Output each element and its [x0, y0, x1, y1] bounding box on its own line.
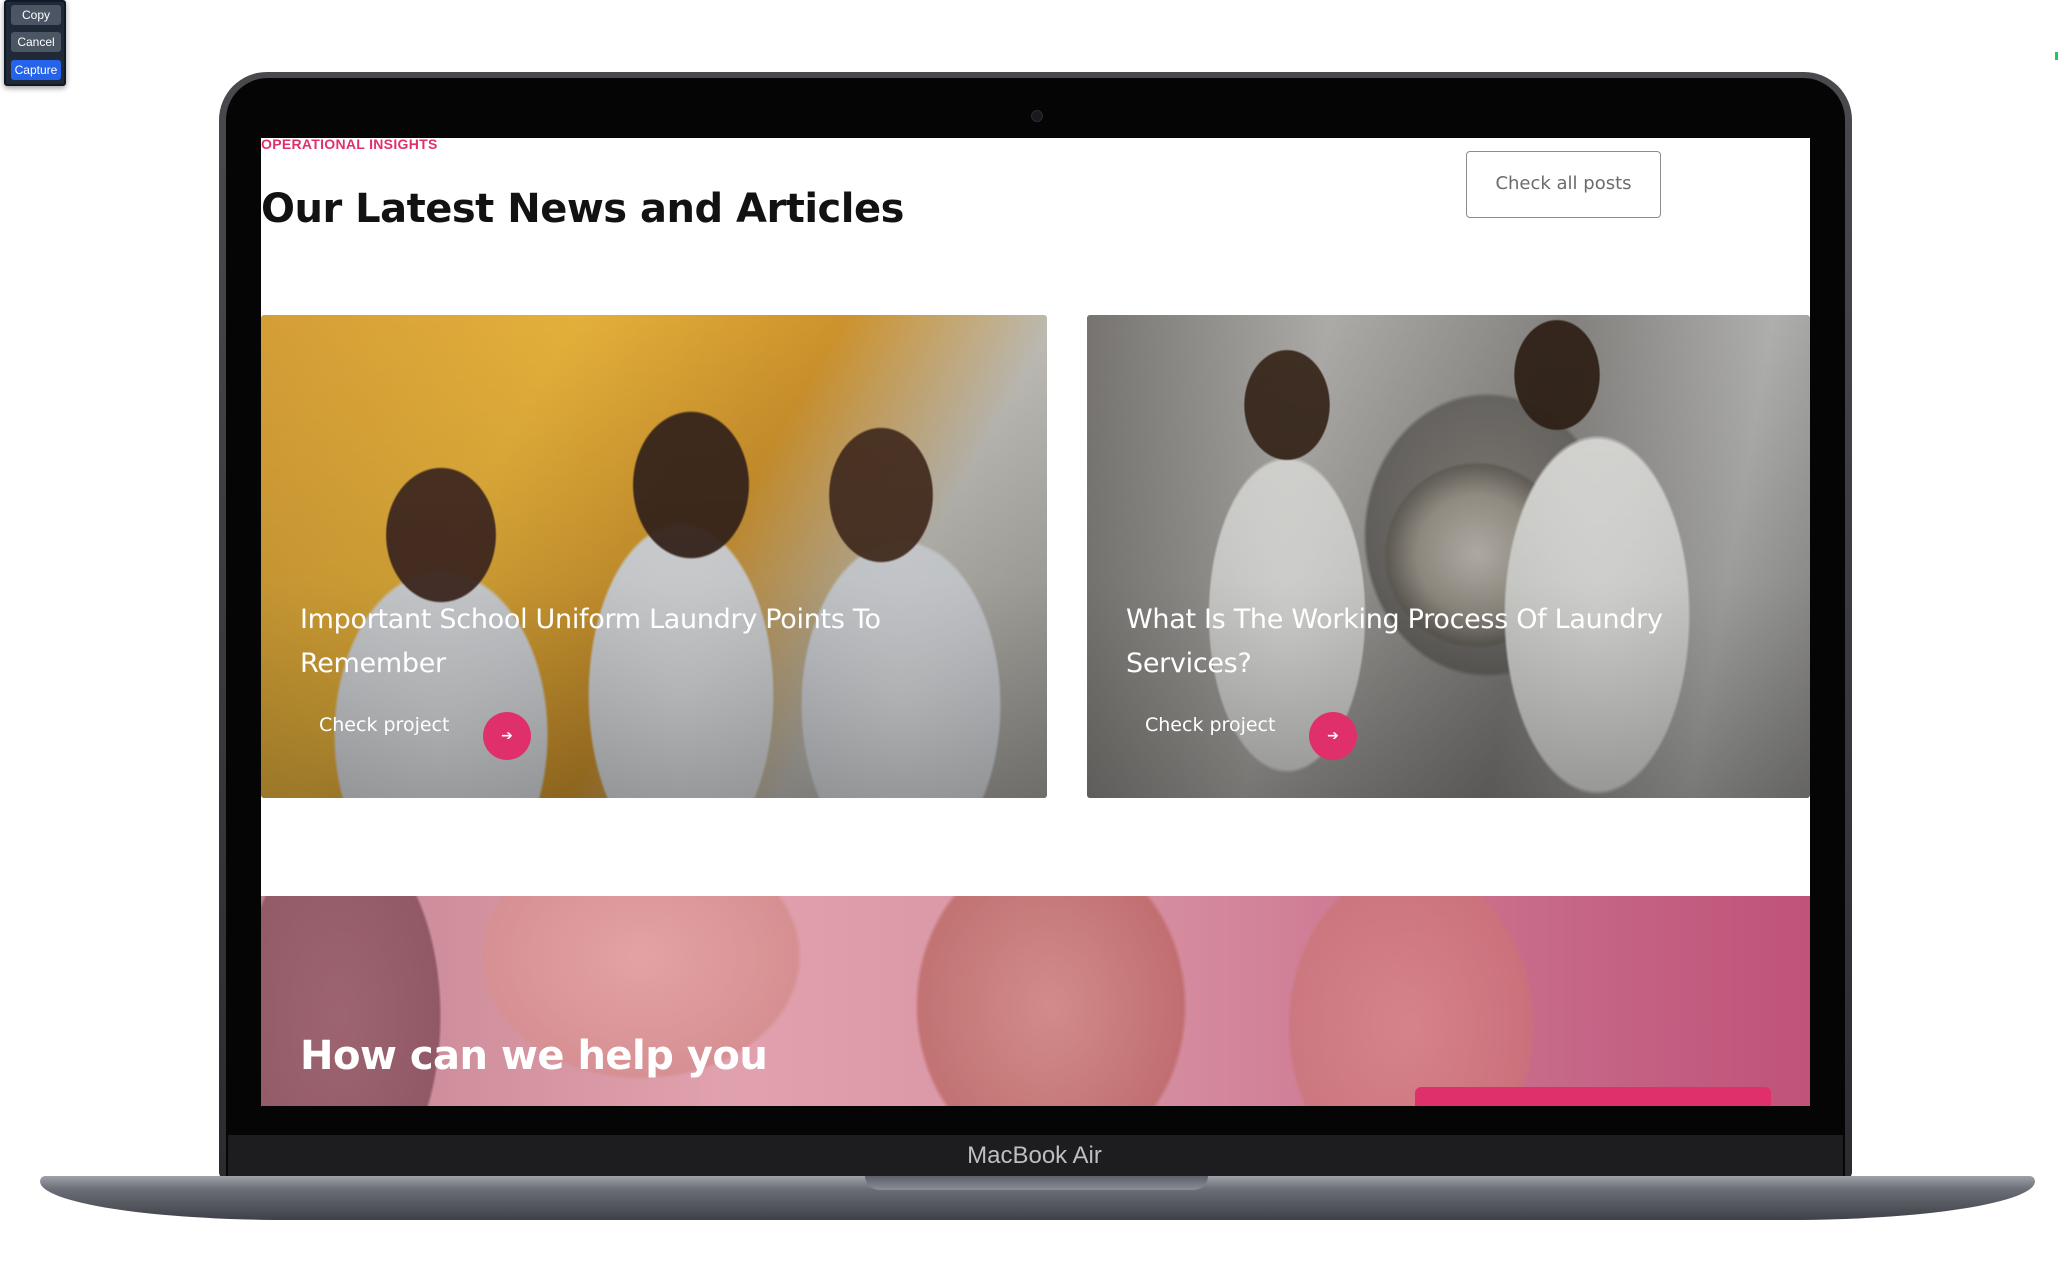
article-title[interactable]: Important School Uniform Laundry Points …: [300, 598, 940, 686]
device-label: MacBook Air: [967, 1142, 1102, 1169]
capture-button[interactable]: Capture: [11, 60, 61, 80]
section-eyebrow: OPERATIONAL INSIGHTS: [261, 138, 438, 152]
check-all-posts-button[interactable]: Check all posts: [1466, 151, 1661, 218]
help-title: How can we help you: [300, 1033, 768, 1079]
article-card[interactable]: Important School Uniform Laundry Points …: [261, 315, 1047, 798]
section-title: Our Latest News and Articles: [261, 186, 904, 232]
arrow-right-icon[interactable]: ➔: [1309, 712, 1357, 760]
copy-button[interactable]: Copy: [11, 5, 61, 25]
website-screen: OPERATIONAL INSIGHTS Our Latest News and…: [261, 138, 1810, 1106]
arrow-right-icon[interactable]: ➔: [483, 712, 531, 760]
help-cta-button[interactable]: [1415, 1087, 1771, 1106]
capture-toolbar: Copy Cancel Capture: [4, 0, 66, 86]
check-project-link[interactable]: Check project: [1145, 713, 1275, 737]
help-banner: How can we help you: [261, 896, 1810, 1106]
status-indicator: [2055, 52, 2058, 60]
check-project-link[interactable]: Check project: [319, 713, 449, 737]
camera-icon: [1031, 110, 1043, 122]
article-title[interactable]: What Is The Working Process Of Laundry S…: [1126, 598, 1766, 686]
cancel-button[interactable]: Cancel: [11, 32, 61, 52]
laptop-notch: [865, 1176, 1208, 1190]
article-card[interactable]: What Is The Working Process Of Laundry S…: [1087, 315, 1810, 798]
